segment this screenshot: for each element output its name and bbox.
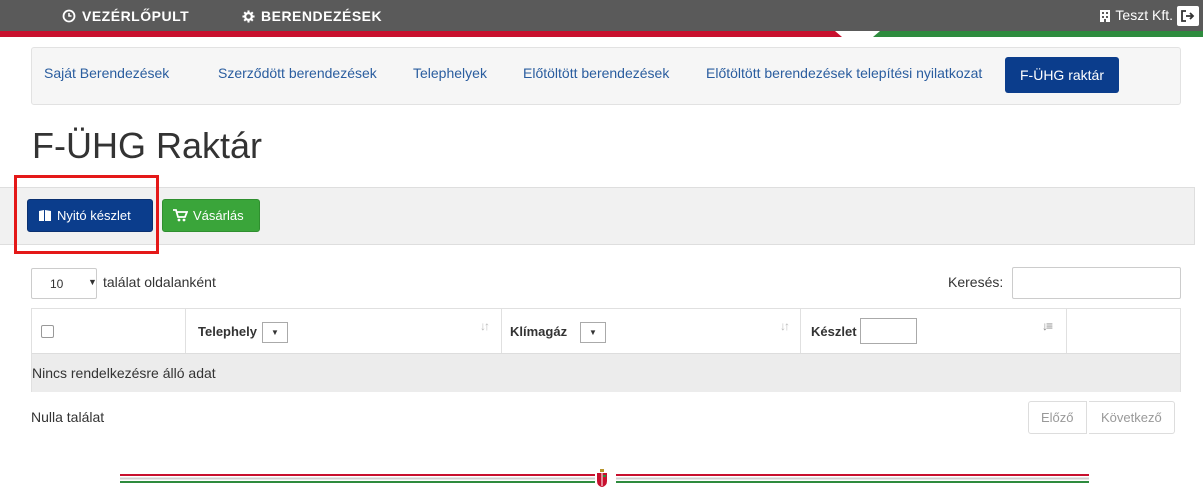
site-filter-select[interactable]: ▼	[262, 322, 288, 343]
coat-of-arms-icon	[597, 469, 607, 487]
previous-page-button[interactable]: Előző	[1028, 401, 1087, 434]
search-input[interactable]	[1012, 267, 1181, 299]
sub-navigation: Saját Berendezések Szerződött berendezés…	[31, 47, 1181, 105]
logout-button[interactable]	[1177, 6, 1199, 26]
shopping-cart-icon	[173, 209, 188, 222]
page-length-label: találat oldalanként	[103, 274, 216, 290]
top-navbar: VEZÉRLŐPULT BERENDEZÉSEK Teszt Kft.	[0, 0, 1203, 31]
refrigerant-filter-select[interactable]: ▼	[580, 322, 606, 343]
caret-down-icon: ▼	[88, 277, 97, 287]
purchase-button[interactable]: Vásárlás	[162, 199, 260, 232]
sign-out-icon	[1181, 10, 1195, 22]
building-icon	[1100, 9, 1111, 22]
column-header-stock[interactable]: Készlet ↓≡	[801, 309, 1067, 353]
clock-icon	[62, 9, 76, 23]
sort-icon[interactable]: ↓↑	[480, 319, 490, 333]
search-label: Keresés:	[948, 274, 1004, 290]
stock-filter-input[interactable]	[860, 318, 917, 344]
data-table: Telephely ▼ ↓↑ Klímagáz ▼ ↓↑ Készlet ↓≡ …	[31, 308, 1181, 392]
column-header-actions	[1067, 309, 1180, 353]
nav-equipment-label: BERENDEZÉSEK	[261, 8, 383, 24]
column-header-site-label: Telephely	[198, 324, 258, 339]
select-all-checkbox[interactable]	[41, 325, 54, 338]
company-menu[interactable]: Teszt Kft.	[1099, 7, 1173, 23]
subnav-prefilled-installation-declaration[interactable]: Előtöltött berendezések telepítési nyila…	[706, 65, 982, 81]
nav-dashboard-label: VEZÉRLŐPULT	[82, 8, 190, 24]
header-flag-stripe	[0, 31, 1203, 37]
gear-icon	[242, 9, 255, 23]
company-name: Teszt Kft.	[1115, 7, 1173, 23]
subnav-sites[interactable]: Telephelyek	[413, 65, 487, 81]
column-header-select	[32, 309, 186, 353]
page-title: F-ÜHG Raktár	[32, 125, 263, 166]
subnav-contracted-equipment[interactable]: Szerződött berendezések	[218, 65, 377, 81]
next-page-button[interactable]: Következő	[1089, 401, 1175, 434]
page-length-select[interactable]: 10 ▼	[31, 268, 97, 299]
sort-desc-icon[interactable]: ↓≡	[1042, 319, 1053, 333]
subnav-own-equipment[interactable]: Saját Berendezések	[44, 65, 169, 81]
column-header-site[interactable]: Telephely ▼ ↓↑	[186, 309, 502, 353]
sort-icon[interactable]: ↓↑	[780, 319, 790, 333]
nav-dashboard[interactable]: VEZÉRLŐPULT	[62, 8, 189, 24]
footer-stripe-left	[120, 474, 595, 483]
footer-stripe-right	[616, 474, 1089, 483]
table-info: Nulla találat	[31, 409, 105, 425]
column-header-refrigerant-label: Klímagáz	[510, 324, 568, 339]
page-length-value: 10	[50, 277, 64, 291]
nav-equipment[interactable]: BERENDEZÉSEK	[242, 8, 382, 24]
empty-table-row: Nincs rendelkezésre álló adat	[32, 353, 1180, 392]
subnav-fuhg-warehouse[interactable]: F-ÜHG raktár	[1005, 57, 1119, 93]
purchase-label: Vásárlás	[193, 208, 244, 223]
empty-table-text: Nincs rendelkezésre álló adat	[32, 365, 216, 381]
subnav-prefilled-equipment[interactable]: Előtöltött berendezések	[523, 65, 669, 81]
column-header-stock-label: Készlet	[811, 324, 857, 339]
highlight-box	[14, 175, 159, 254]
column-header-refrigerant[interactable]: Klímagáz ▼ ↓↑	[502, 309, 801, 353]
